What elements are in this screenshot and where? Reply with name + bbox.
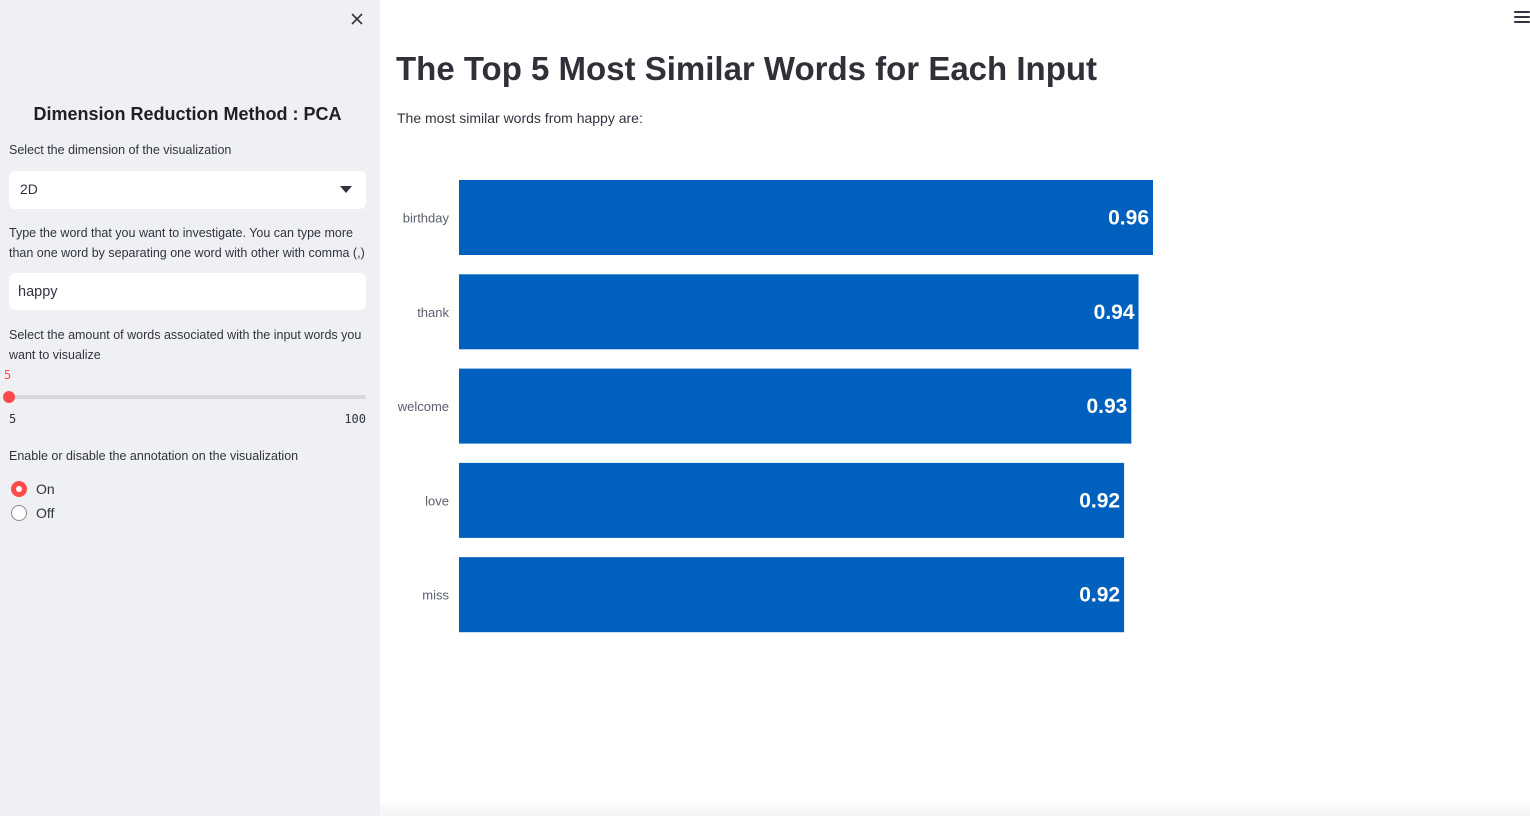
category-label: miss [422, 588, 449, 603]
slider-thumb[interactable] [3, 391, 15, 403]
category-label: love [425, 493, 449, 508]
category-label: thank [417, 305, 449, 320]
radio-selected-icon [11, 481, 27, 497]
bar-value-label: 0.92 [1079, 584, 1120, 607]
close-sidebar-button[interactable] [346, 8, 368, 30]
slider-track[interactable] [9, 395, 366, 399]
bar-birthday[interactable] [459, 180, 1153, 255]
radio-option-on[interactable]: On [11, 479, 55, 499]
radio-label-on: On [36, 481, 55, 497]
slider-min-label: 5 [9, 412, 17, 426]
similarity-bar-chart: birthday 0.96 thank 0.94 welcome 0.93 love 0.92… [397, 180, 1153, 633]
sidebar-title: Dimension Reduction Method : PCA [33, 104, 342, 124]
amount-label: Select the amount of words associated wi… [9, 328, 362, 362]
annotation-label: Enable or disable the annotation on the … [9, 449, 299, 463]
bar-value-label: 0.94 [1094, 301, 1135, 324]
chevron-down-icon [340, 186, 352, 193]
bottom-shadow [380, 800, 1530, 816]
bar-value-label: 0.92 [1079, 489, 1120, 512]
page-title: The Top 5 Most Similar Words for Each In… [396, 50, 1097, 87]
bar-miss[interactable] [459, 557, 1125, 633]
radio-unselected-icon [11, 505, 27, 521]
bar-thank[interactable] [459, 274, 1139, 350]
word-input-label: Type the word that you want to investiga… [9, 226, 365, 260]
slider-current-value: 5 [4, 368, 12, 382]
radio-option-off[interactable]: Off [11, 503, 54, 523]
dimension-select-value: 2D [20, 181, 38, 197]
category-label: birthday [403, 211, 450, 226]
slider-max-label: 100 [344, 412, 366, 426]
hamburger-menu-icon[interactable] [1514, 11, 1530, 25]
dimension-label: Select the dimension of the visualizatio… [9, 143, 232, 157]
bar-love[interactable] [459, 462, 1125, 538]
bar-welcome[interactable] [459, 368, 1132, 444]
close-icon [351, 13, 363, 25]
dimension-select[interactable]: 2D [9, 171, 366, 209]
sidebar: Dimension Reduction Method : PCA Select … [0, 0, 380, 816]
bar-value-label: 0.93 [1086, 395, 1127, 418]
page-subtitle: The most similar words from happy are: [397, 110, 643, 126]
radio-label-off: Off [36, 505, 55, 521]
category-label: welcome [397, 399, 449, 414]
bar-value-label: 0.96 [1108, 207, 1149, 230]
word-input[interactable] [9, 273, 366, 310]
